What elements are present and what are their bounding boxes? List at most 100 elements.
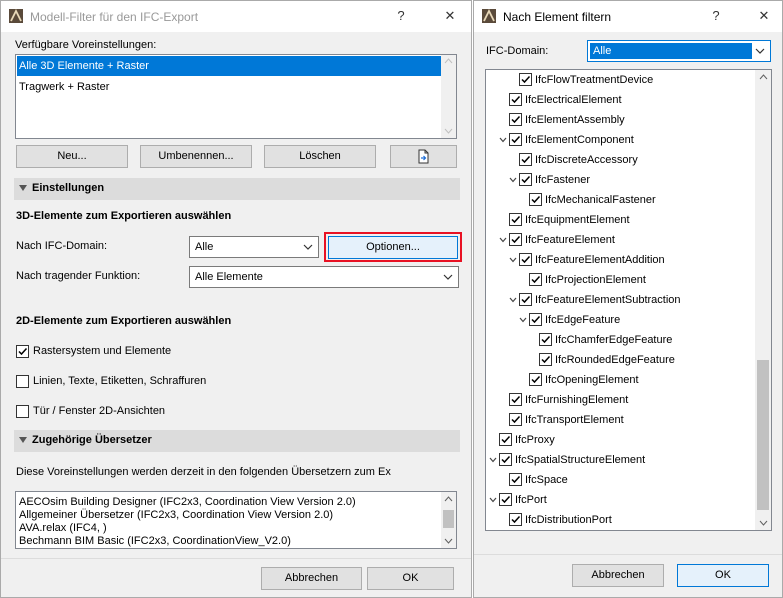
preset-item-selected[interactable]: Alle 3D Elemente + Raster	[17, 56, 441, 76]
settings-section-header[interactable]: Einstellungen	[14, 178, 460, 200]
tree-item-checkbox[interactable]	[509, 393, 522, 406]
tree-item[interactable]: IfcDistributionPort	[486, 510, 756, 530]
tree-item[interactable]: IfcFeatureElementSubtraction	[486, 290, 756, 310]
ok-button[interactable]: OK	[367, 567, 454, 590]
cancel-button[interactable]: Abbrechen	[572, 564, 664, 587]
tree-item-checkbox[interactable]	[519, 293, 532, 306]
preset-item[interactable]: Tragwerk + Raster	[17, 77, 441, 97]
ifc-domain-select[interactable]: Alle	[189, 236, 319, 258]
tree-item-label: IfcFeatureElementAddition	[535, 254, 665, 266]
tree-item-checkbox[interactable]	[509, 93, 522, 106]
scroll-up-icon[interactable]	[759, 74, 768, 80]
door-window-checkbox[interactable]	[16, 405, 29, 418]
close-button[interactable]: ✕	[442, 7, 458, 25]
tree-item-checkbox[interactable]	[509, 413, 522, 426]
tree-item[interactable]: IfcChamferEdgeFeature	[486, 330, 756, 350]
scroll-down-icon[interactable]	[444, 128, 453, 134]
import-preset-button[interactable]	[390, 145, 457, 168]
ifc-domain-select[interactable]: Alle	[587, 40, 771, 62]
checkmark-icon	[511, 135, 521, 144]
checkmark-icon	[531, 275, 541, 284]
tree-item[interactable]: IfcElementAssembly	[486, 110, 756, 130]
tree-item-checkbox[interactable]	[509, 113, 522, 126]
tree-item[interactable]: IfcFastener	[486, 170, 756, 190]
tree-item-checkbox[interactable]	[529, 313, 542, 326]
tree-item-checkbox[interactable]	[519, 173, 532, 186]
tree-item[interactable]: IfcMechanicalFastener	[486, 190, 756, 210]
tree-item-checkbox[interactable]	[499, 493, 512, 506]
scroll-up-icon[interactable]	[444, 58, 453, 64]
title-bar: Nach Element filtern ? ✕	[474, 1, 782, 32]
ok-button[interactable]: OK	[677, 564, 769, 587]
expand-chevron-icon[interactable]	[519, 316, 527, 324]
tree-item-checkbox[interactable]	[529, 373, 542, 386]
tree-item[interactable]: IfcFlowTreatmentDevice	[486, 70, 756, 90]
tree-item-checkbox[interactable]	[509, 133, 522, 146]
tree-item-checkbox[interactable]	[509, 233, 522, 246]
tree-item-checkbox[interactable]	[509, 473, 522, 486]
tree-item-checkbox[interactable]	[519, 153, 532, 166]
scroll-down-icon[interactable]	[759, 520, 768, 526]
tree-item-checkbox[interactable]	[499, 453, 512, 466]
tree-item-checkbox[interactable]	[499, 433, 512, 446]
options-button[interactable]: Optionen...	[328, 236, 458, 259]
tree-scrollbar[interactable]	[755, 70, 771, 530]
tree-item-checkbox[interactable]	[539, 353, 552, 366]
tree-item-checkbox[interactable]	[539, 333, 552, 346]
tree-item-checkbox[interactable]	[529, 273, 542, 286]
tree-item[interactable]: IfcFeatureElement	[486, 230, 756, 250]
translators-section-header[interactable]: Zugehörige Übersetzer	[14, 430, 460, 452]
scroll-down-icon[interactable]	[444, 538, 453, 544]
tree-item[interactable]: IfcDiscreteAccessory	[486, 150, 756, 170]
scroll-up-icon[interactable]	[444, 496, 453, 502]
tree-item[interactable]: IfcRoundedEdgeFeature	[486, 350, 756, 370]
tree-item[interactable]: IfcEdgeFeature	[486, 310, 756, 330]
new-preset-button[interactable]: Neu...	[16, 145, 128, 168]
footer-divider	[1, 558, 471, 559]
tree-item-label: IfcEquipmentElement	[525, 214, 630, 226]
tree-item[interactable]: IfcElementComponent	[486, 130, 756, 150]
tree-item[interactable]: IfcSpatialStructureElement	[486, 450, 756, 470]
presets-scrollbar[interactable]	[441, 55, 456, 138]
help-button[interactable]: ?	[708, 7, 724, 25]
expand-chevron-icon[interactable]	[509, 256, 517, 264]
tree-item[interactable]: IfcFurnishingElement	[486, 390, 756, 410]
translators-scrollbar[interactable]	[441, 492, 456, 548]
expand-chevron-icon[interactable]	[509, 176, 517, 184]
expand-chevron-icon[interactable]	[499, 236, 507, 244]
close-button[interactable]: ✕	[756, 7, 772, 25]
tree-item[interactable]: IfcProxy	[486, 430, 756, 450]
tree-item[interactable]: IfcProjectionElement	[486, 270, 756, 290]
lines-checkbox[interactable]	[16, 375, 29, 388]
expand-chevron-icon[interactable]	[489, 496, 497, 504]
translators-description: Diese Voreinstellungen werden derzeit in…	[16, 466, 391, 478]
rename-preset-button[interactable]: Umbenennen...	[140, 145, 252, 168]
tree-item-checkbox[interactable]	[509, 513, 522, 526]
expand-chevron-icon[interactable]	[489, 456, 497, 464]
tree-item[interactable]: IfcEquipmentElement	[486, 210, 756, 230]
tree-item-checkbox[interactable]	[509, 213, 522, 226]
collapse-arrow-icon	[19, 437, 27, 443]
tree-item[interactable]: IfcSpace	[486, 470, 756, 490]
tree-item-checkbox[interactable]	[519, 73, 532, 86]
translator-item: AECOsim Building Designer (IFC2x3, Coord…	[19, 496, 356, 508]
scroll-thumb[interactable]	[443, 510, 454, 528]
tree-item-checkbox[interactable]	[529, 193, 542, 206]
tree-item-label: IfcProjectionElement	[545, 274, 646, 286]
delete-preset-button[interactable]: Löschen	[264, 145, 376, 168]
expand-chevron-icon[interactable]	[509, 296, 517, 304]
tree-item[interactable]: IfcElectricalElement	[486, 90, 756, 110]
help-button[interactable]: ?	[393, 7, 409, 25]
tree-item[interactable]: IfcTransportElement	[486, 410, 756, 430]
checkmark-icon	[511, 215, 521, 224]
cancel-button[interactable]: Abbrechen	[261, 567, 362, 590]
grid-checkbox[interactable]	[16, 345, 29, 358]
expand-chevron-icon[interactable]	[499, 136, 507, 144]
function-select[interactable]: Alle Elemente	[189, 266, 459, 288]
tree-item[interactable]: IfcFeatureElementAddition	[486, 250, 756, 270]
ifc-domain-value: Alle	[195, 241, 214, 253]
tree-item[interactable]: IfcPort	[486, 490, 756, 510]
tree-item[interactable]: IfcOpeningElement	[486, 370, 756, 390]
tree-item-checkbox[interactable]	[519, 253, 532, 266]
scroll-thumb[interactable]	[757, 360, 769, 510]
